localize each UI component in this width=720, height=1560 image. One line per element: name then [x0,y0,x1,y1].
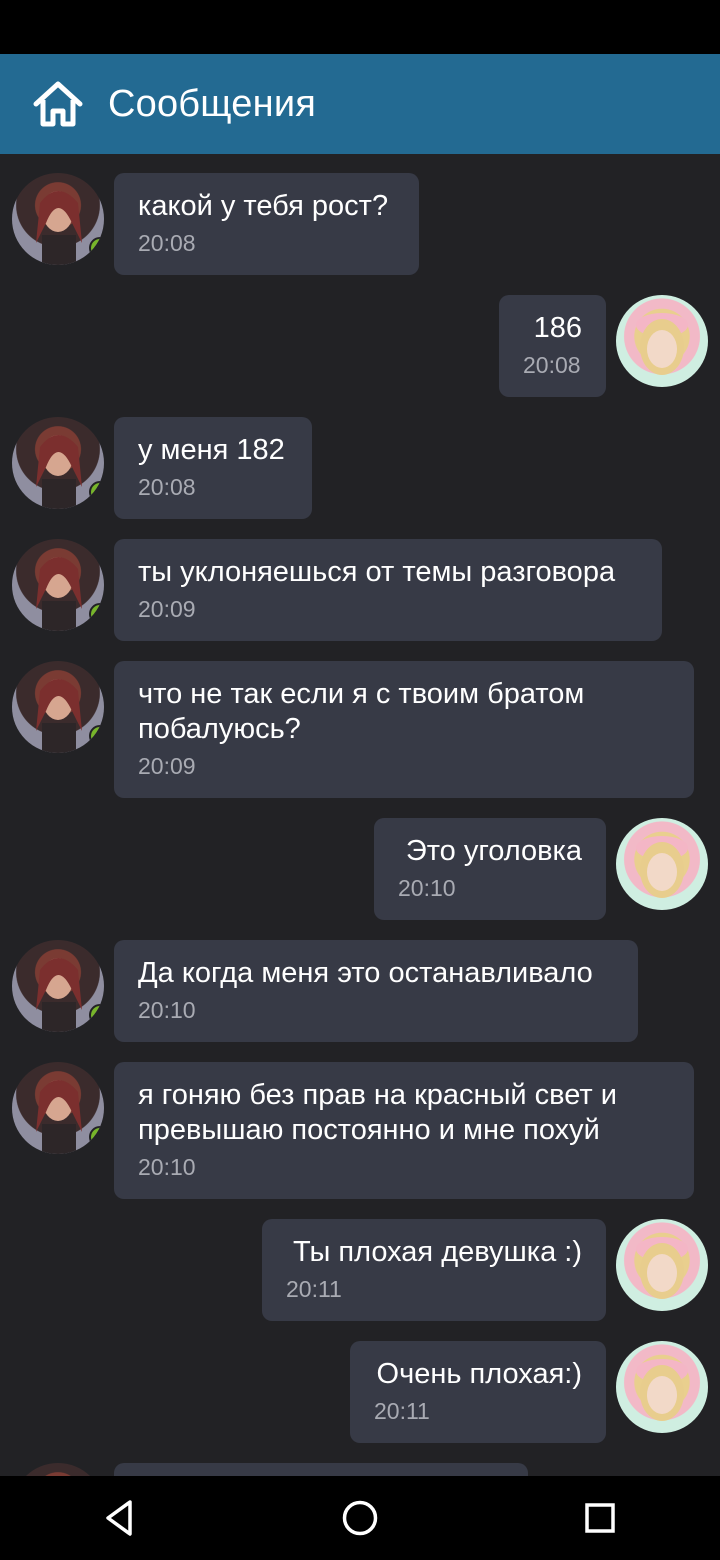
online-status-dot [89,237,104,259]
message-time: 20:08 [138,474,196,500]
home-button[interactable] [28,74,88,134]
online-status-dot [89,1126,104,1148]
message-bubble[interactable]: Ты плохая девушка :) 20:11 [262,1219,606,1321]
message-bubble[interactable]: я гоняю без прав на красный свет и превы… [114,1062,694,1199]
message-bubble[interactable]: какой у тебя рост? 20:08 [114,173,419,275]
status-bar [0,0,720,54]
message-time: 20:11 [374,1398,430,1424]
message-bubble[interactable] [114,1463,528,1476]
page-title: Сообщения [108,82,317,125]
recents-button[interactable] [560,1488,640,1548]
my-avatar[interactable] [616,818,708,910]
system-navigation-bar [0,1476,720,1560]
message-list[interactable]: какой у тебя рост? 20:08 186 20:08 у мен… [0,154,720,1476]
back-icon [106,1500,132,1536]
message-text: ты уклоняешься от темы разговора [138,556,616,588]
app-bar: Сообщения [0,54,720,154]
contact-avatar[interactable] [12,1463,104,1476]
recents-square-icon [585,1503,615,1533]
back-button[interactable] [80,1488,160,1548]
my-avatar[interactable] [616,1219,708,1311]
online-status-dot [89,725,104,747]
message-text: 186 [533,312,582,344]
message-bubble[interactable]: что не так если я с твоим братом побалую… [114,661,694,798]
message-text: Это уголовка [405,835,582,867]
online-status-dot [89,603,104,625]
message-bubble[interactable]: ты уклоняешься от темы разговора 20:09 [114,539,662,641]
home-nav-button[interactable] [320,1488,400,1548]
message-time: 20:08 [523,352,581,378]
contact-avatar[interactable] [12,940,104,1032]
online-status-dot [89,1004,104,1026]
message-time: 20:09 [138,596,196,622]
message-text: у меня 182 [138,434,285,466]
home-circle-icon [342,1500,378,1536]
message-bubble[interactable]: Это уголовка 20:10 [374,818,606,920]
message-text: я гоняю без прав на красный свет и превы… [138,1079,617,1146]
contact-avatar[interactable] [12,417,104,509]
message-time: 20:11 [286,1276,342,1302]
online-status-dot [89,481,104,503]
message-time: 20:10 [398,875,456,901]
home-icon [33,81,83,127]
contact-avatar[interactable] [12,539,104,631]
message-time: 20:09 [138,753,196,779]
message-bubble[interactable]: Да когда меня это останавливало 20:10 [114,940,638,1042]
message-bubble[interactable]: Очень плохая:) 20:11 [350,1341,606,1443]
my-avatar[interactable] [616,1341,708,1433]
contact-avatar[interactable] [12,173,104,265]
contact-avatar[interactable] [12,661,104,753]
message-time: 20:10 [138,1154,196,1180]
my-avatar[interactable] [616,295,708,387]
message-text: Очень плохая:) [376,1358,582,1390]
message-text: что не так если я с твоим братом побалую… [138,678,585,745]
message-text: какой у тебя рост? [138,190,389,222]
message-bubble[interactable]: 186 20:08 [499,295,606,397]
message-text: Ты плохая девушка :) [293,1236,582,1268]
message-text: Да когда меня это останавливало [138,957,593,989]
message-time: 20:10 [138,997,196,1023]
contact-avatar[interactable] [12,1062,104,1154]
message-bubble[interactable]: у меня 182 20:08 [114,417,312,519]
message-time: 20:08 [138,230,196,256]
